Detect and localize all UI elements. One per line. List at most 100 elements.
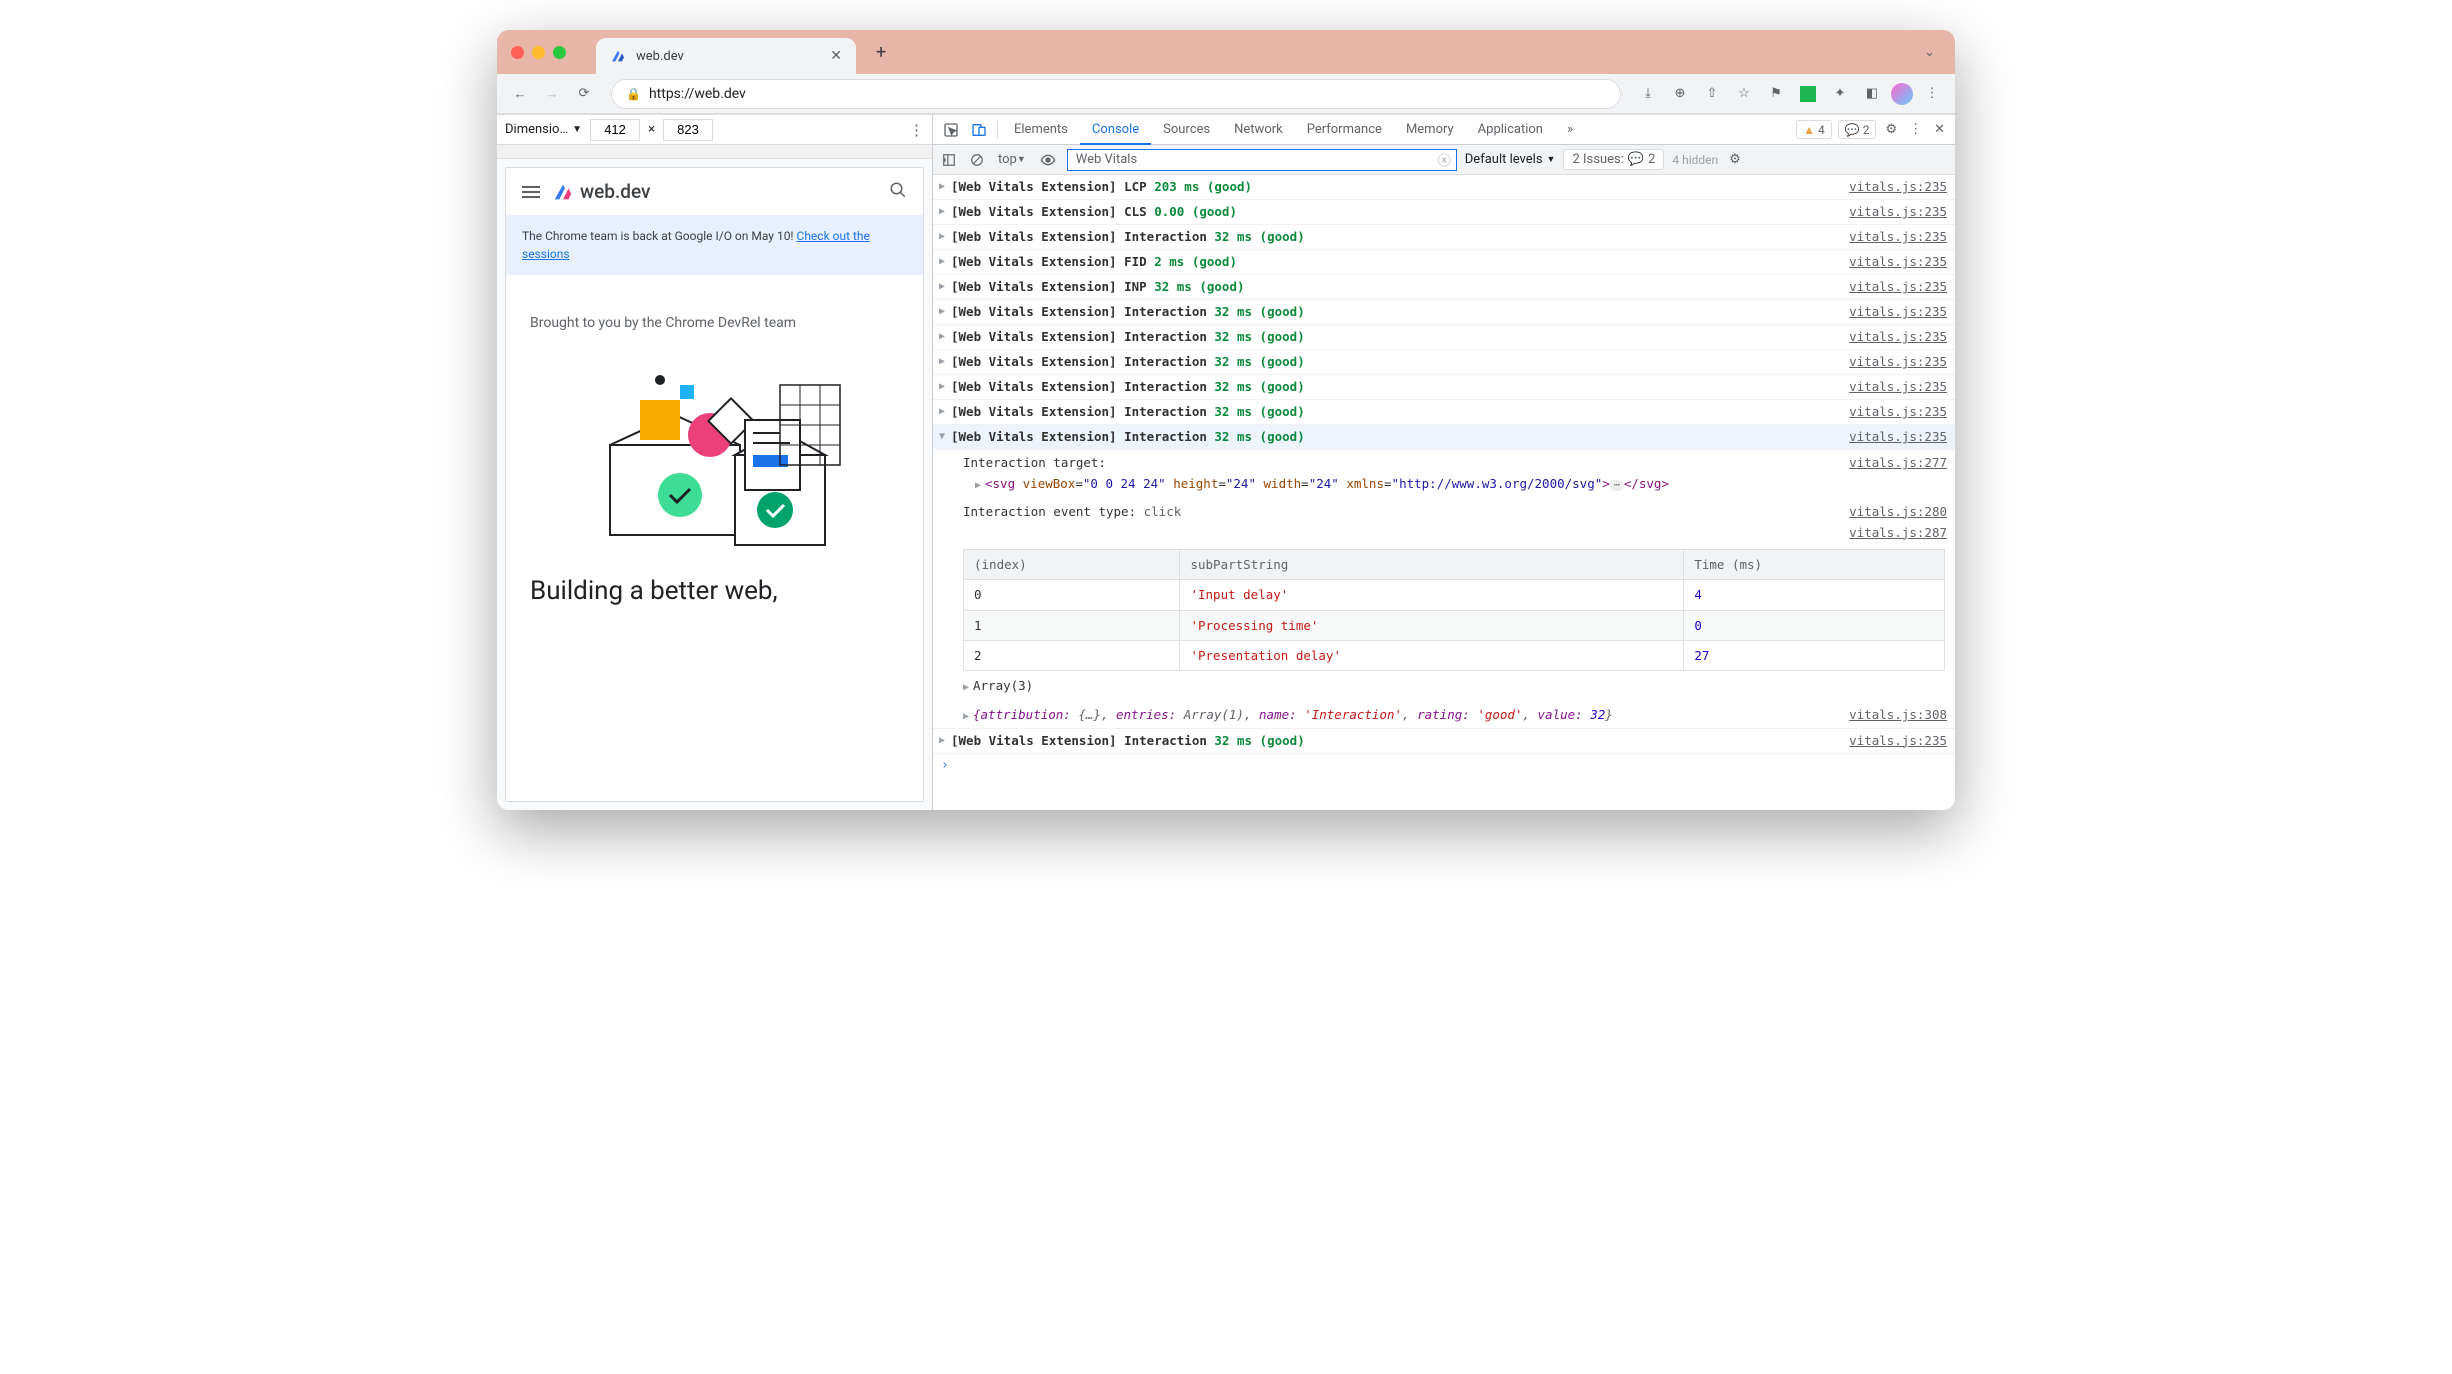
log-source-link[interactable]: vitals.js:235 [1839,427,1947,447]
log-row[interactable]: ▶[Web Vitals Extension] Interaction 32 m… [933,400,1955,425]
expand-icon[interactable]: ▶ [963,706,973,725]
minimize-window-button[interactable] [532,46,545,59]
live-expression-icon[interactable] [1037,152,1059,168]
expanded-details: Interaction target: vitals.js:277 ▶<svg … [933,450,1955,729]
announcement-banner: The Chrome team is back at Google I/O on… [506,215,923,275]
clear-console-icon[interactable] [967,153,987,167]
extensions-icon[interactable]: ✦ [1827,81,1853,107]
page-headline: Building a better web, [530,575,899,609]
log-source-link[interactable]: vitals.js:235 [1839,227,1947,247]
log-row[interactable]: ▶[Web Vitals Extension] INP 32 ms (good)… [933,275,1955,300]
log-source-link[interactable]: vitals.js:280 [1849,501,1947,522]
tab-application[interactable]: Application [1466,115,1555,144]
hamburger-icon[interactable] [522,186,540,198]
expand-icon[interactable]: ▶ [939,327,951,345]
toggle-sidebar-icon[interactable] [939,153,959,167]
log-source-link[interactable]: vitals.js:235 [1839,731,1947,751]
flag-icon[interactable]: ⚑ [1763,81,1789,107]
log-source-link[interactable]: vitals.js:287 [1849,522,1947,543]
extension-green-icon[interactable] [1795,81,1821,107]
expand-icon[interactable]: ▶ [939,402,951,420]
filter-input[interactable]: Web Vitals ⓧ [1067,149,1457,171]
log-source-link[interactable]: vitals.js:235 [1839,377,1947,397]
mobile-page: web.dev The Chrome team is back at Googl… [505,167,924,802]
warnings-chip[interactable]: ▲4 [1796,120,1832,139]
log-row[interactable]: ▶[Web Vitals Extension] Interaction 32 m… [933,300,1955,325]
context-selector[interactable]: top ▼ [995,152,1029,167]
avatar[interactable] [1891,83,1913,105]
collapse-icon[interactable]: ▼ [939,427,951,445]
log-source-link[interactable]: vitals.js:235 [1839,177,1947,197]
tab-network[interactable]: Network [1222,115,1295,144]
webdev-logo[interactable]: web.dev [552,180,650,203]
log-source-link[interactable]: vitals.js:235 [1839,327,1947,347]
expand-icon[interactable]: ▶ [939,252,951,270]
log-row[interactable]: ▶[Web Vitals Extension] Interaction 32 m… [933,225,1955,250]
log-row[interactable]: ▶[Web Vitals Extension] FID 2 ms (good)v… [933,250,1955,275]
log-row[interactable]: ▶[Web Vitals Extension] Interaction 32 m… [933,375,1955,400]
expand-icon[interactable]: ▶ [939,731,951,749]
console-settings-icon[interactable]: ⚙ [1726,152,1744,167]
dimensions-dropdown[interactable]: Dimensio… ▼ [505,122,582,137]
height-input[interactable] [663,119,713,141]
device-more-icon[interactable]: ⋮ [909,121,924,139]
browser-tab[interactable]: web.dev ✕ [596,38,856,74]
log-row[interactable]: ▶[Web Vitals Extension] CLS 0.00 (good)v… [933,200,1955,225]
expand-icon[interactable]: ▶ [939,227,951,245]
close-tab-icon[interactable]: ✕ [830,48,842,64]
expand-icon[interactable]: ▶ [939,352,951,370]
device-mode-icon[interactable] [965,115,993,144]
new-tab-button[interactable]: + [876,42,886,63]
tab-memory[interactable]: Memory [1394,115,1466,144]
inspect-icon[interactable] [937,115,965,144]
console-prompt[interactable]: › [933,754,1955,777]
log-source-link[interactable]: vitals.js:235 [1839,302,1947,322]
tabs-dropdown-icon[interactable]: ⌄ [1924,45,1935,60]
expand-icon[interactable]: ▶ [963,677,973,696]
reload-button[interactable]: ⟳ [571,81,597,107]
expand-icon[interactable]: ▶ [939,202,951,220]
zoom-icon[interactable]: ⊕ [1667,81,1693,107]
close-devtools-icon[interactable]: ✕ [1928,115,1951,144]
share-icon[interactable]: ⇧ [1699,81,1725,107]
sidepanel-icon[interactable]: ◧ [1859,81,1885,107]
expand-icon[interactable]: ▶ [975,475,985,494]
close-window-button[interactable] [511,46,524,59]
log-source-link[interactable]: vitals.js:235 [1839,277,1947,297]
issues-chip[interactable]: 2 Issues: 💬 2 [1563,149,1664,170]
log-source-link[interactable]: vitals.js:277 [1849,452,1947,473]
star-icon[interactable]: ☆ [1731,81,1757,107]
settings-icon[interactable]: ⚙ [1879,115,1903,144]
omnibox[interactable]: 🔒 https://web.dev [611,79,1621,109]
messages-chip[interactable]: 💬2 [1838,120,1877,139]
log-source-link[interactable]: vitals.js:235 [1839,352,1947,372]
log-row[interactable]: ▶[Web Vitals Extension] LCP 203 ms (good… [933,175,1955,200]
back-button[interactable]: ← [507,81,533,107]
log-row[interactable]: ▶ [Web Vitals Extension] Interaction 32 … [933,729,1955,754]
chrome-menu-icon[interactable]: ⋮ [1919,81,1945,107]
download-icon[interactable]: ⤓ [1635,81,1661,107]
log-source-link[interactable]: vitals.js:235 [1839,402,1947,422]
log-row[interactable]: ▶[Web Vitals Extension] Interaction 32 m… [933,350,1955,375]
log-row-expanded[interactable]: ▼ [Web Vitals Extension] Interaction 32 … [933,425,1955,450]
devtools-more-icon[interactable]: ⋮ [1903,115,1928,144]
search-icon[interactable] [889,181,907,203]
log-source-link[interactable]: vitals.js:235 [1839,202,1947,222]
maximize-window-button[interactable] [553,46,566,59]
tabs-overflow[interactable]: » [1555,115,1585,144]
width-input[interactable] [590,119,640,141]
clear-filter-icon[interactable]: ⓧ [1438,150,1451,169]
tab-sources[interactable]: Sources [1151,115,1222,144]
expand-icon[interactable]: ▶ [939,277,951,295]
log-source-link[interactable]: vitals.js:308 [1849,704,1947,725]
tab-console[interactable]: Console [1080,115,1151,145]
expand-icon[interactable]: ▶ [939,302,951,320]
tab-elements[interactable]: Elements [1002,115,1080,144]
expand-icon[interactable]: ▶ [939,177,951,195]
forward-button[interactable]: → [539,81,565,107]
log-row[interactable]: ▶[Web Vitals Extension] Interaction 32 m… [933,325,1955,350]
expand-icon[interactable]: ▶ [939,377,951,395]
log-levels-dropdown[interactable]: Default levels ▼ [1465,152,1556,167]
tab-performance[interactable]: Performance [1295,115,1394,144]
log-source-link[interactable]: vitals.js:235 [1839,252,1947,272]
